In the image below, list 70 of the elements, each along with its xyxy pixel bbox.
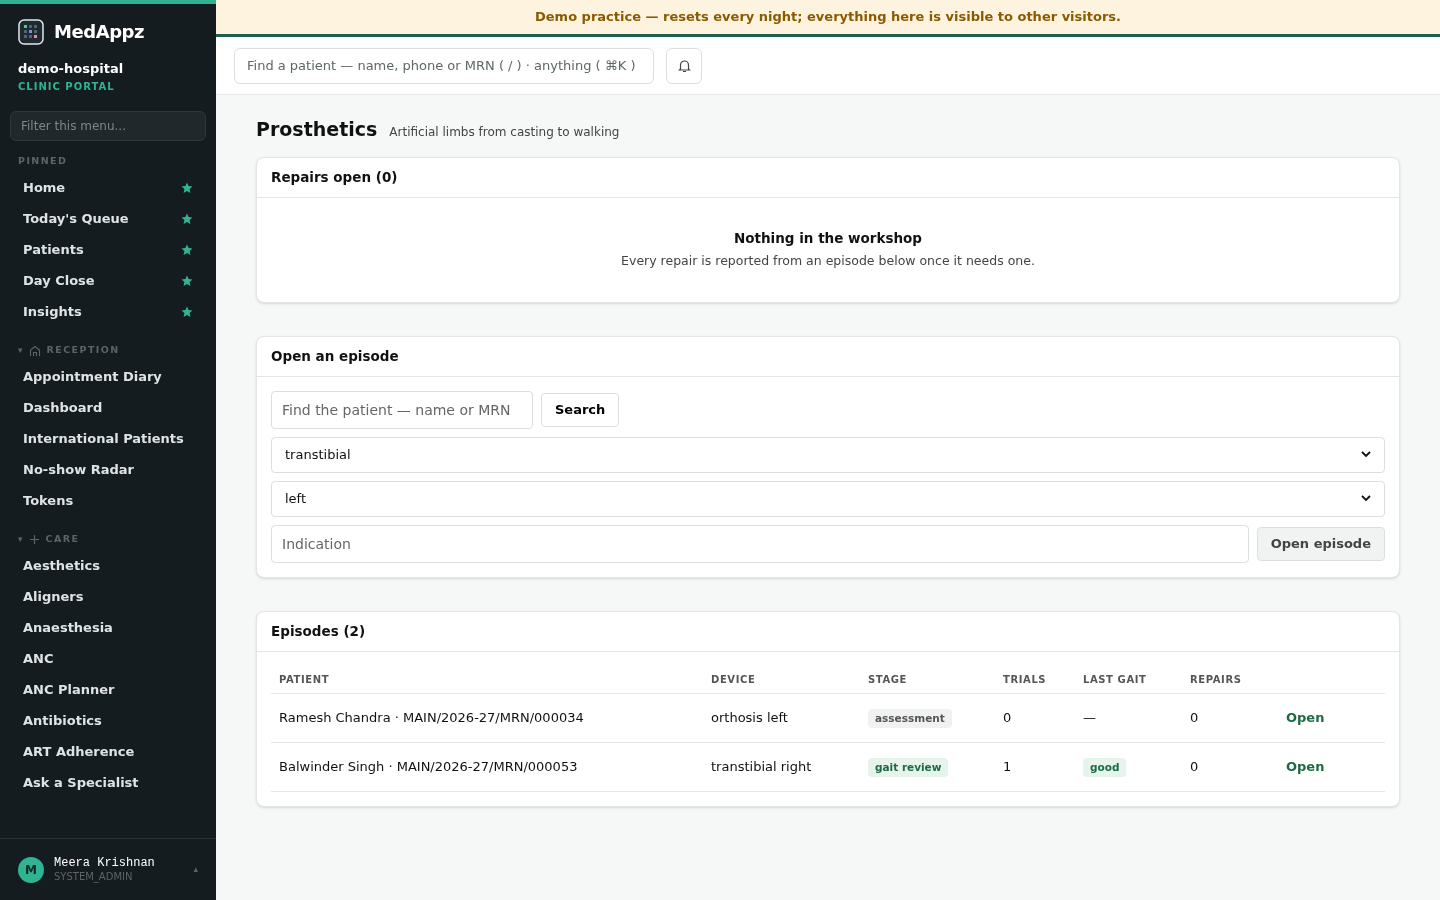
sidebar-item[interactable]: Aligners [10, 581, 206, 613]
chevron-down-icon [1361, 451, 1371, 458]
table-cell: orthosis left [711, 710, 788, 726]
demo-banner: Demo practice — resets every night; everything here is visible to other visitors. [216, 0, 1440, 37]
search-button[interactable]: Search [541, 392, 620, 427]
sidebar-item[interactable]: Appointment Diary [10, 361, 206, 393]
sidebar-item[interactable]: ANC Planner [10, 674, 206, 706]
table-cell: 0 [1003, 710, 1012, 726]
page-title: Prosthetics [256, 117, 378, 142]
card-title: Repairs open (0) [271, 167, 398, 187]
section-heading: RECEPTION [46, 343, 120, 358]
sidebar-item[interactable]: Today's Queue [10, 203, 206, 235]
page-subtitle: Artificial limbs from casting to walking [389, 124, 620, 141]
user-name: Meera Krishnan [54, 855, 156, 871]
grid-logo-icon [18, 18, 44, 45]
select-field[interactable]: transtibial [271, 436, 1385, 473]
chevron-down-icon [1361, 495, 1371, 502]
notifications-button[interactable] [666, 47, 702, 84]
section-heading: PINNED [18, 154, 68, 169]
sidebar-item[interactable]: Tokens [10, 485, 206, 517]
column-header: STAGE [860, 651, 995, 694]
sidebar-item[interactable]: Antibiotics [10, 705, 206, 737]
sidebar-item[interactable]: Aesthetics [10, 550, 206, 582]
indication-field[interactable]: Indication [271, 524, 1249, 563]
sidebar-item[interactable]: Anaesthesia [10, 612, 206, 644]
empty-state-text: Every repair is reported from an episode below once it needs one. [621, 252, 1035, 271]
sidebar-item[interactable]: No-show Radar [10, 454, 206, 486]
table-cell: 0 [1190, 759, 1199, 775]
search-field[interactable]: Find a patient — name, phone or MRN ( / ) · anything ( ⌘K ) [234, 47, 654, 84]
stage-tag: assessment [868, 708, 952, 729]
gait-tag: good [1083, 757, 1127, 778]
section-heading: CARE [45, 532, 80, 547]
patient-search-field[interactable]: Find the patient — name or MRN [271, 390, 533, 429]
table-cell: transtibial right [711, 759, 812, 775]
sidebar-item[interactable]: International Patients [10, 423, 206, 455]
plus-icon [28, 534, 40, 545]
sidebar-item[interactable]: Dashboard [10, 392, 206, 424]
sidebar-item[interactable]: ART Adherence [10, 736, 206, 768]
portal-label: CLINIC PORTAL [17, 79, 116, 94]
table-cell: 1 [1003, 759, 1012, 775]
column-header: REPAIRS [1182, 651, 1278, 694]
select-field[interactable]: left [271, 480, 1385, 517]
stage-tag: gait review [868, 757, 949, 778]
user-role: SYSTEM_ADMIN [54, 870, 134, 884]
sidebar-item[interactable]: Home [10, 172, 206, 204]
table-cell: Balwinder Singh · MAIN/2026-27/MRN/000053 [279, 759, 578, 775]
bell-icon [677, 58, 691, 73]
table-cell: Ramesh Chandra · MAIN/2026-27/MRN/000034 [279, 710, 584, 726]
filter-field[interactable]: Filter this menu... [10, 110, 206, 141]
brand-name: MedAppz [54, 20, 145, 44]
open-link[interactable]: Open [1286, 759, 1325, 775]
card-title: Episodes (2) [271, 621, 366, 641]
open-link[interactable]: Open [1286, 710, 1325, 726]
sidebar-item[interactable]: Ask a Specialist [10, 767, 206, 799]
avatar: M [18, 856, 44, 883]
column-header: TRIALS [995, 651, 1075, 694]
sidebar-item[interactable]: ANC [10, 643, 206, 675]
sidebar-item[interactable]: Insights [10, 296, 206, 328]
sidebar-item[interactable]: Patients [10, 234, 206, 266]
empty-state-title: Nothing in the workshop [733, 229, 923, 248]
column-header: DEVICE [703, 651, 860, 694]
house-icon [28, 344, 41, 357]
table-cell: 0 [1190, 710, 1199, 726]
sidebar-item[interactable]: Day Close [10, 265, 206, 297]
card-title: Open an episode [271, 346, 399, 366]
column-header: LAST GAIT [1075, 651, 1182, 694]
open-episode-button[interactable]: Open episode [1256, 526, 1385, 561]
table-cell: — [1083, 710, 1096, 726]
org-name: demo-hospital [17, 60, 125, 78]
column-header: PATIENT [271, 651, 703, 694]
